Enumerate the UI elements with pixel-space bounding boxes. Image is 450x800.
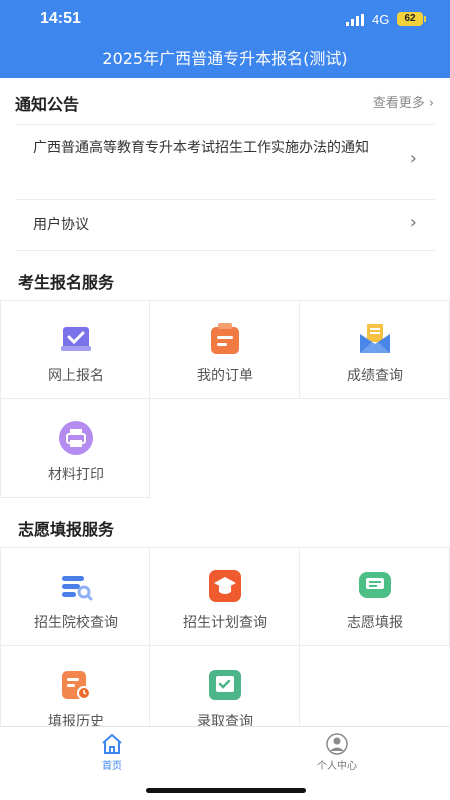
chevron-right-icon: ›: [409, 212, 417, 233]
service-volunteer-fill[interactable]: 志愿填报: [300, 547, 450, 646]
school-search-icon: [62, 576, 93, 601]
service-label: 材料打印: [48, 467, 104, 483]
service-label: 网上报名: [48, 368, 104, 384]
tab-label: 个人中心: [317, 761, 357, 772]
service-school-query[interactable]: 招生院校查询: [0, 547, 150, 646]
tab-label: 首页: [102, 761, 122, 772]
divider: [15, 124, 435, 125]
message-icon: [359, 572, 391, 598]
service-my-orders[interactable]: 我的订单: [150, 300, 300, 399]
notice-item-text: 广西普通高等教育专升本考试招生工作实施办法的通知: [33, 140, 369, 156]
exam-services-title: 考生报名服务: [18, 273, 115, 292]
battery-tip: [424, 16, 426, 22]
order-icon: [211, 323, 239, 354]
divider: [15, 199, 435, 200]
service-label: 志愿填报: [347, 615, 403, 631]
chevron-right-icon: ›: [409, 148, 417, 169]
divider: [15, 250, 435, 251]
home-icon: [102, 734, 122, 754]
admission-check-icon: [209, 670, 241, 700]
notice-item-text: 用户协议: [33, 217, 89, 233]
history-clock-icon: [62, 671, 91, 700]
view-more-label: 查看更多: [372, 96, 425, 111]
user-center-icon: [326, 733, 348, 755]
service-label: 我的订单: [197, 368, 253, 384]
chevron-right-icon: ›: [428, 96, 434, 111]
service-label: 招生院校查询: [34, 615, 118, 631]
notice-header: 通知公告 查看更多 ›: [0, 78, 450, 124]
exam-services-grid: 网上报名 我的订单 成绩查询 材料打印: [0, 300, 450, 498]
service-material-print[interactable]: 材料打印: [0, 399, 150, 498]
status-bar: 14:51 4G 62: [0, 0, 450, 40]
service-label: 成绩查询: [347, 368, 403, 384]
notice-item[interactable]: 广西普通高等教育专升本考试招生工作实施办法的通知 ›: [15, 135, 435, 199]
service-score-query[interactable]: 成绩查询: [300, 300, 450, 399]
signal-icon: [346, 14, 364, 26]
status-time: 14:51: [40, 10, 81, 27]
score-mail-icon: [360, 324, 390, 353]
tab-user-center[interactable]: 个人中心: [277, 733, 397, 772]
tab-home[interactable]: 首页: [52, 733, 172, 772]
notice-title: 通知公告: [15, 95, 80, 114]
online-signup-icon: [61, 327, 91, 351]
service-label: 招生计划查询: [183, 615, 267, 631]
printer-icon: [59, 421, 93, 455]
notice-item[interactable]: 用户协议 ›: [15, 212, 435, 248]
volunteer-services-title: 志愿填报服务: [18, 520, 115, 539]
battery-icon: 62: [397, 12, 423, 26]
graduation-cap-icon: [209, 570, 241, 602]
service-plan-query[interactable]: 招生计划查询: [150, 547, 300, 646]
home-indicator: [146, 788, 306, 793]
volunteer-services-grid: 招生院校查询 招生计划查询 志愿填报 填报历史 录取查询: [0, 547, 450, 745]
network-type: 4G: [372, 12, 390, 27]
page-title: 2025年广西普通专升本报名(测试): [0, 40, 450, 78]
service-online-signup[interactable]: 网上报名: [0, 300, 150, 399]
view-more-link[interactable]: 查看更多 ›: [373, 92, 434, 111]
